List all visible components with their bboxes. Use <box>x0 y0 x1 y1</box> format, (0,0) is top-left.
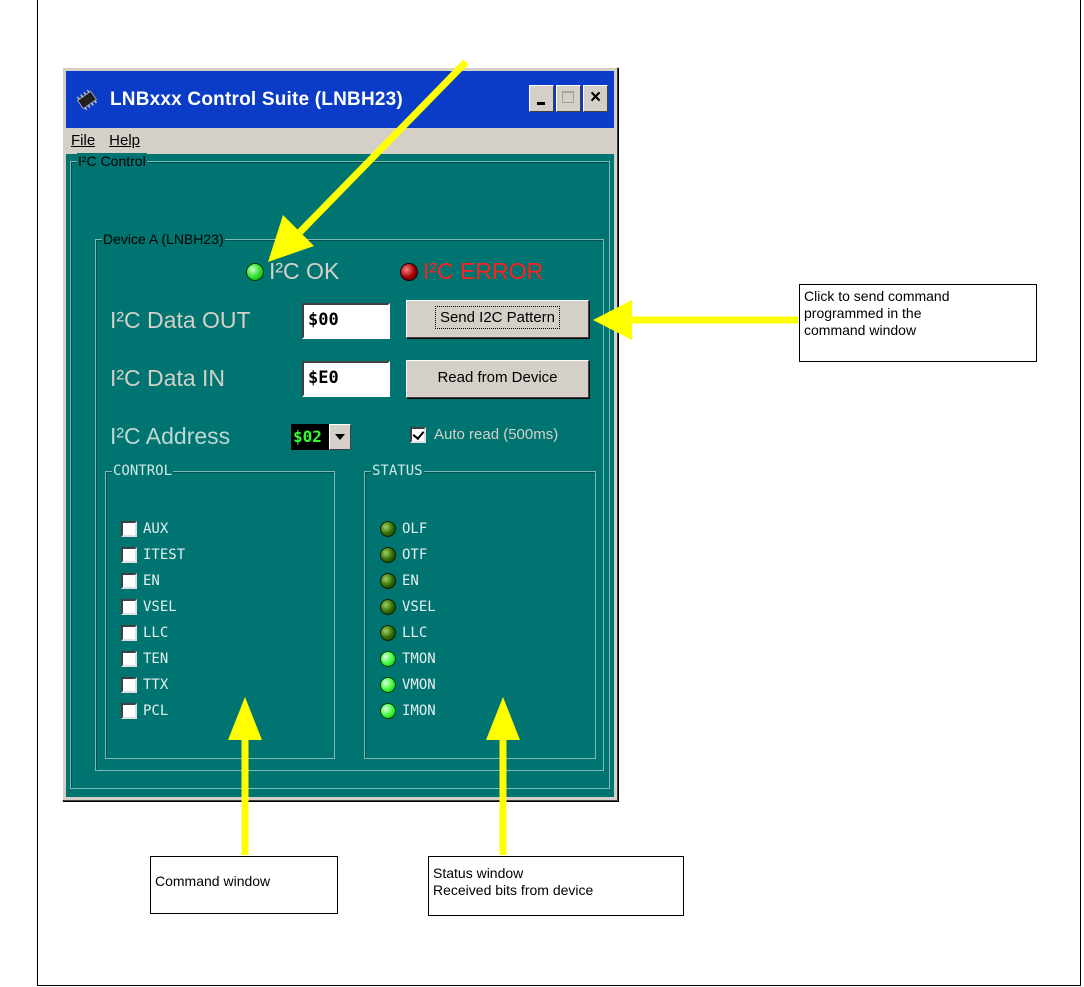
auto-read-checkbox[interactable] <box>410 426 426 443</box>
status-group: STATUS OLF OTF EN VSEL LLC TMON VMON IMON <box>364 463 596 759</box>
data-in-label: I²C Data IN <box>110 365 226 391</box>
chip-icon <box>76 89 98 110</box>
menu-help[interactable]: Help <box>109 132 140 149</box>
status-led-icon <box>380 573 396 589</box>
status-item: OTF <box>380 547 427 563</box>
control-checkbox[interactable] <box>121 573 137 589</box>
control-item-label: ITEST <box>143 547 186 563</box>
control-item-label: TEN <box>143 651 169 667</box>
menu-file[interactable]: File <box>71 132 95 149</box>
device-label: Device A (LNBH23) <box>102 231 225 247</box>
control-item[interactable]: ITEST <box>121 547 185 563</box>
address-value: $02 <box>291 424 329 450</box>
control-item[interactable]: PCL <box>121 703 168 719</box>
error-led-icon <box>400 262 418 281</box>
status-item: VMON <box>380 677 436 693</box>
address-label: I²C Address <box>110 423 231 449</box>
window-controls: × <box>529 85 608 112</box>
status-item: OLF <box>380 521 427 537</box>
status-item: EN <box>380 573 419 589</box>
control-item[interactable]: TEN <box>121 651 168 667</box>
status-led-icon <box>380 521 396 537</box>
status-item-label: IMON <box>402 703 436 719</box>
status-item: IMON <box>380 703 436 719</box>
control-checkbox[interactable] <box>121 677 137 693</box>
status-led-icon <box>380 599 396 615</box>
control-item[interactable]: AUX <box>121 521 168 537</box>
status-label: STATUS <box>371 463 424 479</box>
minimize-button[interactable] <box>529 85 554 112</box>
status-item-label: OTF <box>402 547 428 563</box>
control-group: CONTROL AUX ITEST EN VSEL LLC TEN TTX PCL <box>105 463 335 759</box>
status-item-label: TMON <box>402 651 436 667</box>
status-item: LLC <box>380 625 427 641</box>
auto-read-option[interactable]: Auto read (500ms) <box>410 426 558 443</box>
window-title: LNBxxx Control Suite (LNBH23) <box>110 88 403 110</box>
i2c-error-indicator: I²C ERROR <box>400 258 543 285</box>
status-item-label: EN <box>402 573 419 589</box>
i2c-ok-indicator: I²C OK <box>246 258 339 285</box>
ok-led-icon <box>246 262 264 281</box>
send-i2c-pattern-button[interactable]: Send I2C Pattern <box>406 300 589 338</box>
status-led-icon <box>380 547 396 563</box>
status-callout: Status window Received bits from device <box>428 856 684 916</box>
control-item-label: PCL <box>143 703 169 719</box>
control-checkbox[interactable] <box>121 625 137 641</box>
control-item-label: TTX <box>143 677 169 693</box>
data-in-field[interactable]: $E0 <box>302 361 390 397</box>
dropdown-arrow-icon[interactable] <box>329 424 351 450</box>
control-checkbox[interactable] <box>121 703 137 719</box>
address-select[interactable]: $02 <box>291 424 351 450</box>
command-callout: Command window <box>150 856 338 914</box>
status-item: VSEL <box>380 599 436 615</box>
control-item-label: AUX <box>143 521 169 537</box>
status-item-label: VMON <box>402 677 436 693</box>
control-checkbox[interactable] <box>121 521 137 537</box>
control-label: CONTROL <box>112 463 174 479</box>
control-item-label: EN <box>143 573 160 589</box>
device-group: Device A (LNBH23) I²C OK I²C ERROR I²C D… <box>95 231 604 771</box>
i2c-control-group: I²C Control Device A (LNBH23) I²C OK I²C… <box>70 153 610 789</box>
status-item-label: OLF <box>402 521 428 537</box>
control-item-label: VSEL <box>143 599 177 615</box>
read-from-device-button[interactable]: Read from Device <box>406 360 589 398</box>
status-led-icon <box>380 677 396 693</box>
status-led-icon <box>380 625 396 641</box>
control-checkbox[interactable] <box>121 547 137 563</box>
control-item[interactable]: TTX <box>121 677 168 693</box>
data-out-label: I²C Data OUT <box>110 307 251 333</box>
app-window: LNBxxx Control Suite (LNBH23) × File Hel… <box>62 67 618 801</box>
control-item[interactable]: LLC <box>121 625 168 641</box>
maximize-button[interactable] <box>556 85 581 112</box>
control-checkbox[interactable] <box>121 651 137 667</box>
control-item[interactable]: EN <box>121 573 160 589</box>
data-out-field[interactable]: $00 <box>302 303 390 339</box>
status-led-icon <box>380 703 396 719</box>
client-area: I²C Control Device A (LNBH23) I²C OK I²C… <box>66 153 614 797</box>
status-item-label: VSEL <box>402 599 436 615</box>
close-button[interactable]: × <box>583 85 608 112</box>
status-item-label: LLC <box>402 625 428 641</box>
status-led-icon <box>380 651 396 667</box>
control-checkbox[interactable] <box>121 599 137 615</box>
menu-bar: File Help <box>66 128 614 153</box>
control-item-label: LLC <box>143 625 169 641</box>
i2c-control-label: I²C Control <box>77 153 147 169</box>
control-item[interactable]: VSEL <box>121 599 177 615</box>
title-bar[interactable]: LNBxxx Control Suite (LNBH23) × <box>66 71 614 128</box>
status-item: TMON <box>380 651 436 667</box>
send-callout: Click to send command programmed in the … <box>799 284 1037 362</box>
